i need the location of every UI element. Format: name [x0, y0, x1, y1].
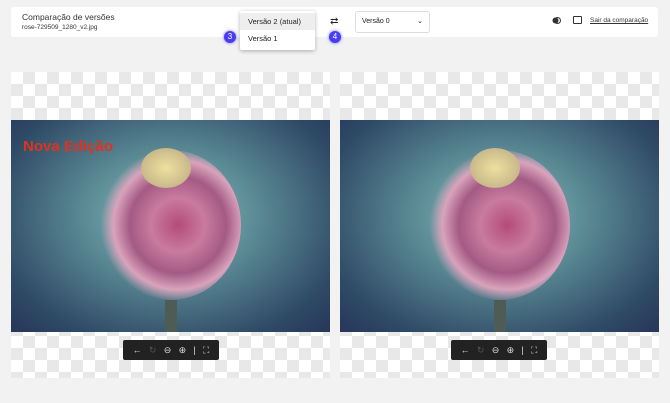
zoom-in-icon[interactable]: ⊕ — [507, 345, 515, 356]
back-arrow-icon[interactable]: ← — [133, 345, 142, 355]
menu-item-version-2[interactable]: Versão 2 (atual) — [240, 13, 315, 30]
swap-icon[interactable]: ⇄ — [330, 16, 338, 27]
right-image-panel: ← ↻ ⊖ ⊕ | ⛶ — [340, 72, 659, 378]
fullscreen-icon[interactable]: ⛶ — [203, 345, 209, 356]
contrast-toggle-icon[interactable] — [552, 17, 561, 24]
rose-image-edited: Nova Edição — [11, 120, 330, 332]
image-toolbar: ← ↻ ⊖ ⊕ | ⛶ — [123, 340, 219, 360]
divider: | — [521, 345, 523, 355]
file-name: rose-729509_1280_v2.jpg — [22, 24, 98, 31]
divider: | — [193, 345, 195, 355]
rotate-icon[interactable]: ↻ — [477, 345, 485, 356]
zoom-out-icon[interactable]: ⊖ — [164, 345, 172, 356]
image-toolbar: ← ↻ ⊖ ⊕ | ⛶ — [451, 340, 547, 360]
step-badge-4: 4 — [329, 31, 341, 43]
step-badge-3: 3 — [224, 31, 236, 43]
page-title: Comparação de versões — [22, 12, 115, 22]
left-image-panel: Nova Edição ← ↻ ⊖ ⊕ | ⛶ — [11, 72, 330, 378]
fullscreen-icon[interactable]: ⛶ — [531, 345, 537, 356]
exit-comparison-link[interactable]: Sair da comparação — [590, 17, 648, 24]
back-arrow-icon[interactable]: ← — [461, 345, 470, 355]
rose-petal — [470, 148, 520, 188]
overlay-label: Nova Edição — [23, 138, 113, 155]
rose-image-original — [340, 120, 659, 332]
menu-item-version-1[interactable]: Versão 1 — [240, 30, 315, 47]
compare-version-select[interactable]: Versão 0 ⌄ — [355, 11, 430, 33]
zoom-out-icon[interactable]: ⊖ — [492, 345, 500, 356]
rose-petal — [141, 148, 191, 188]
rose-stem — [165, 300, 177, 332]
zoom-in-icon[interactable]: ⊕ — [179, 345, 187, 356]
select-value: Versão 0 — [362, 18, 390, 25]
chevron-down-icon: ⌄ — [417, 17, 423, 25]
comment-icon[interactable] — [573, 16, 582, 24]
rotate-icon[interactable]: ↻ — [149, 345, 157, 356]
rose-stem — [494, 300, 506, 332]
version-dropdown-menu: Versão 2 (atual) Versão 1 — [240, 11, 315, 50]
